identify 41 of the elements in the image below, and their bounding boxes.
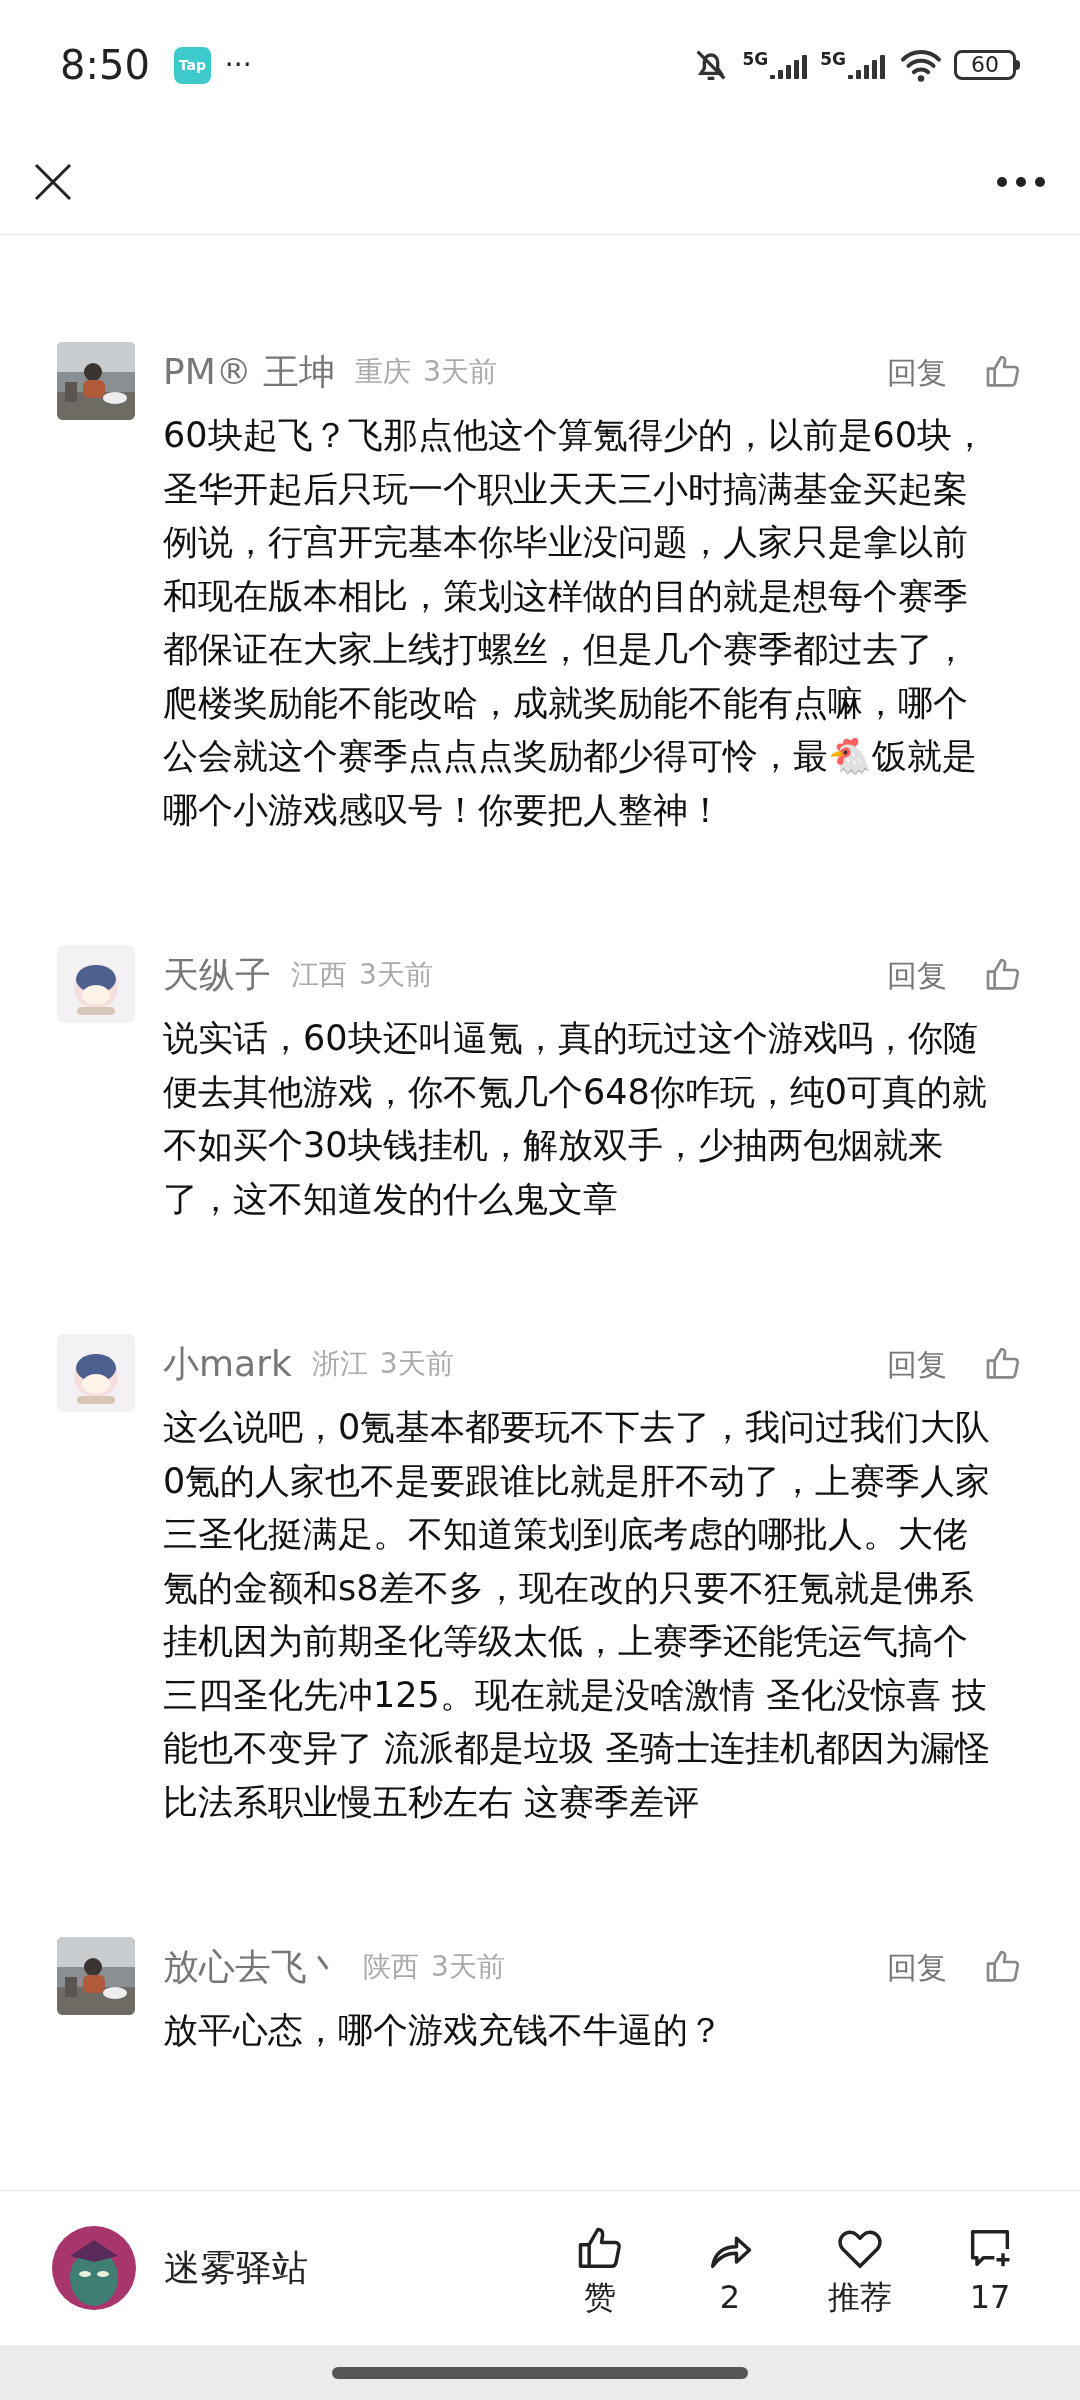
channel-avatar-icon[interactable] [52, 2226, 136, 2310]
comment-author: PM® 王坤 [163, 350, 336, 394]
comment-time: 3天前 [379, 1346, 454, 1382]
more-notifications: ··· [224, 51, 252, 79]
comment-time: 3天前 [359, 957, 433, 993]
home-indicator[interactable] [332, 2366, 748, 2379]
battery-tip [1016, 60, 1020, 70]
channel-name[interactable]: 迷雾驿站 [164, 2241, 308, 2295]
comment-text: 说实话，60块还叫逼氪，真的玩过这个游戏吗，你随便去其他游戏，你不氪几个648你咋玩，纯0可真的就不如买个30块钱挂机，解放双手，少抽两包烟就来了，这不知道发的什么鬼文章 [163, 1017, 989, 1221]
comment-time: 3天前 [423, 354, 498, 390]
comment-text: 放平心态，哪个游戏充钱不牛逼的？ [163, 2009, 724, 2052]
action-button[interactable]: 赞 [550, 2223, 650, 2313]
network-label: 5G [742, 51, 769, 68]
comment-region: 陕西 [363, 1949, 419, 1985]
reply-button[interactable]: 回复 [887, 1341, 947, 1387]
comment-region: 浙江 [311, 1346, 368, 1382]
reply-button[interactable]: 回复 [887, 349, 947, 395]
action-label: 推荐 [828, 2281, 892, 2313]
action-label: 赞 [584, 2281, 616, 2313]
comment-text: 这么说吧，0氪基本都要玩不下去了，我问过我们大队0氪的人家也不是要跟谁比就是肝不动了，上赛季人家三圣化挺满足。不知道策划到底考虑的哪批人。大佬氪的金额和s8差不多，现在改的只要不狂氪就是佛系挂机因为前期圣化等级太低，上赛季还能凭运气搞个三四圣化先冲125。现在就是没啥激情 圣化没惊喜 技能也不变异了 流派都是垃圾 圣骑士连挂机都因为漏怪比法系职业慢五秒左右 这赛季差评 [163, 1406, 992, 1824]
status-time: 8:50 [60, 45, 150, 85]
app-badge: Tap [173, 46, 211, 84]
reply-button[interactable]: 回复 [887, 1944, 947, 1990]
action-button[interactable]: 17 [940, 2223, 1040, 2313]
action-button[interactable]: 推荐 [810, 2223, 910, 2313]
battery-indicator: 60 [954, 50, 1016, 80]
comment-author: 小mark [163, 1342, 292, 1386]
more-options-icon[interactable] [996, 176, 1046, 188]
comment-text: 60块起飞？飞那点他这个算氪得少的，以前是60块，圣华开起后只玩一个职业天天三小时搞满基金买起案例说，行宫开完基本你毕业没问题，人家只是拿以前和现在版本相比，策划这样做的目的就是想每个赛季都保证在大家上线打螺丝，但是几个赛季都过去了，爬楼奖励能不能改哈，成就奖励能不能有点嘛，哪个公会就这个赛季点点点奖励都少得可怜，最🐔饭就是哪个小游戏感叹号！你要把人整神！ [163, 414, 989, 832]
wifi-icon [898, 47, 944, 83]
comment-author: 天纵子 [163, 953, 271, 997]
reply-button[interactable]: 回复 [887, 952, 947, 998]
action-label: 17 [969, 2281, 1011, 2313]
network-label: 5G [820, 51, 846, 68]
action-label: 2 [719, 2281, 741, 2313]
comment-region: 江西 [291, 957, 347, 993]
comment-author: 放心去飞丶 [163, 1945, 343, 1989]
close-icon[interactable] [34, 163, 72, 201]
comment-time: 3天前 [431, 1949, 505, 1985]
comment-region: 重庆 [355, 354, 412, 390]
action-button[interactable]: 2 [680, 2223, 780, 2313]
